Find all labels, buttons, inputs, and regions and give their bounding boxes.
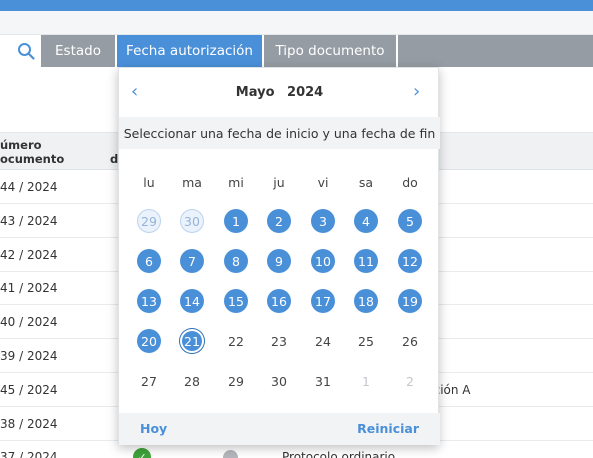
calendar-day[interactable]: 17 xyxy=(311,289,335,313)
calendar-day[interactable]: 14 xyxy=(180,289,204,313)
calendar-day[interactable]: 27 xyxy=(137,369,161,393)
calendar-day-today[interactable]: 21 xyxy=(180,329,204,353)
calendar-day[interactable]: 20 xyxy=(137,329,161,353)
date-range-picker: ‹ Mayo 2024 › Seleccionar una fecha de i… xyxy=(118,67,440,445)
tab-tipo-documento[interactable]: Tipo documento xyxy=(264,35,398,67)
calendar-day[interactable]: 1 xyxy=(354,369,378,393)
row-tipo: Protocolo ordinario xyxy=(282,450,396,458)
row-numero: 40 / 2024 xyxy=(0,315,58,329)
row-numero: 44 / 2024 xyxy=(0,180,58,194)
calendar-day[interactable]: 15 xyxy=(224,289,248,313)
weekday-label: ju xyxy=(273,175,285,190)
calendar-day[interactable]: 31 xyxy=(311,369,335,393)
weekday-label: vi xyxy=(317,175,329,190)
calendar-day[interactable]: 3 xyxy=(311,209,335,233)
calendar-month-year: Mayo 2024 xyxy=(119,85,440,100)
calendar-day[interactable]: 29 xyxy=(224,369,248,393)
row-numero: 39 / 2024 xyxy=(0,349,58,363)
calendar-day[interactable]: 8 xyxy=(224,249,248,273)
calendar-day[interactable]: 28 xyxy=(180,369,204,393)
today-button[interactable]: Hoy xyxy=(140,421,167,436)
calendar-day[interactable]: 10 xyxy=(311,249,335,273)
calendar-hint: Seleccionar una fecha de inicio y una fe… xyxy=(119,117,440,149)
row-numero: 37 / 2024 xyxy=(0,450,58,458)
calendar-day[interactable]: 4 xyxy=(354,209,378,233)
search-icon xyxy=(17,43,35,60)
calendar-day[interactable]: 7 xyxy=(180,249,204,273)
calendar-day[interactable]: 13 xyxy=(137,289,161,313)
calendar-day[interactable]: 19 xyxy=(398,289,422,313)
calendar-day[interactable]: 29 xyxy=(137,209,161,233)
calendar-year: 2024 xyxy=(287,85,324,100)
tab-estado[interactable]: Estado xyxy=(41,35,117,67)
calendar-day[interactable]: 30 xyxy=(267,369,291,393)
toolbar-strip xyxy=(0,11,593,35)
calendar-day[interactable]: 12 xyxy=(398,249,422,273)
row-numero: 41 / 2024 xyxy=(0,281,58,295)
calendar-day[interactable]: 24 xyxy=(311,329,335,353)
weekday-label: mi xyxy=(228,175,244,190)
column-header-numero-documento[interactable]: úmero ocumento xyxy=(0,138,100,166)
calendar-day[interactable]: 2 xyxy=(398,369,422,393)
calendar-footer: Hoy Reiniciar xyxy=(119,413,440,445)
chevron-right-icon[interactable]: › xyxy=(413,81,427,102)
calendar-day[interactable]: 30 xyxy=(180,209,204,233)
calendar-day[interactable]: 6 xyxy=(137,249,161,273)
column-header-numero-line1: úmero xyxy=(0,138,42,152)
calendar-day[interactable]: 2 xyxy=(267,209,291,233)
row-numero: 42 / 2024 xyxy=(0,248,58,262)
top-accent-bar xyxy=(0,0,593,11)
calendar-month: Mayo xyxy=(235,85,275,100)
weekday-label: sa xyxy=(358,175,374,190)
tab-bar-filler xyxy=(398,35,593,67)
search-button[interactable] xyxy=(10,35,41,67)
calendar-day[interactable]: 9 xyxy=(267,249,291,273)
calendar-day[interactable]: 25 xyxy=(354,329,378,353)
calendar-day[interactable]: 26 xyxy=(398,329,422,353)
calendar-day[interactable]: 23 xyxy=(267,329,291,353)
reset-button[interactable]: Reiniciar xyxy=(357,421,419,436)
column-header-partial[interactable]: d xyxy=(110,152,118,166)
row-numero: 43 / 2024 xyxy=(0,214,58,228)
tab-fecha-autorizacion[interactable]: Fecha autorización xyxy=(117,35,264,67)
weekday-label: lu xyxy=(143,175,155,190)
calendar-day[interactable]: 22 xyxy=(224,329,248,353)
calendar-day[interactable]: 5 xyxy=(398,209,422,233)
row-numero: 45 / 2024 xyxy=(0,383,58,397)
weekday-label: do xyxy=(402,175,418,190)
calendar-day[interactable]: 1 xyxy=(224,209,248,233)
calendar-day[interactable]: 16 xyxy=(267,289,291,313)
weekday-label: ma xyxy=(182,175,202,190)
calendar-day[interactable]: 11 xyxy=(354,249,378,273)
column-header-numero-line2: ocumento xyxy=(0,152,65,166)
info-icon xyxy=(223,450,238,458)
row-numero: 38 / 2024 xyxy=(0,417,58,431)
calendar-day[interactable]: 18 xyxy=(354,289,378,313)
